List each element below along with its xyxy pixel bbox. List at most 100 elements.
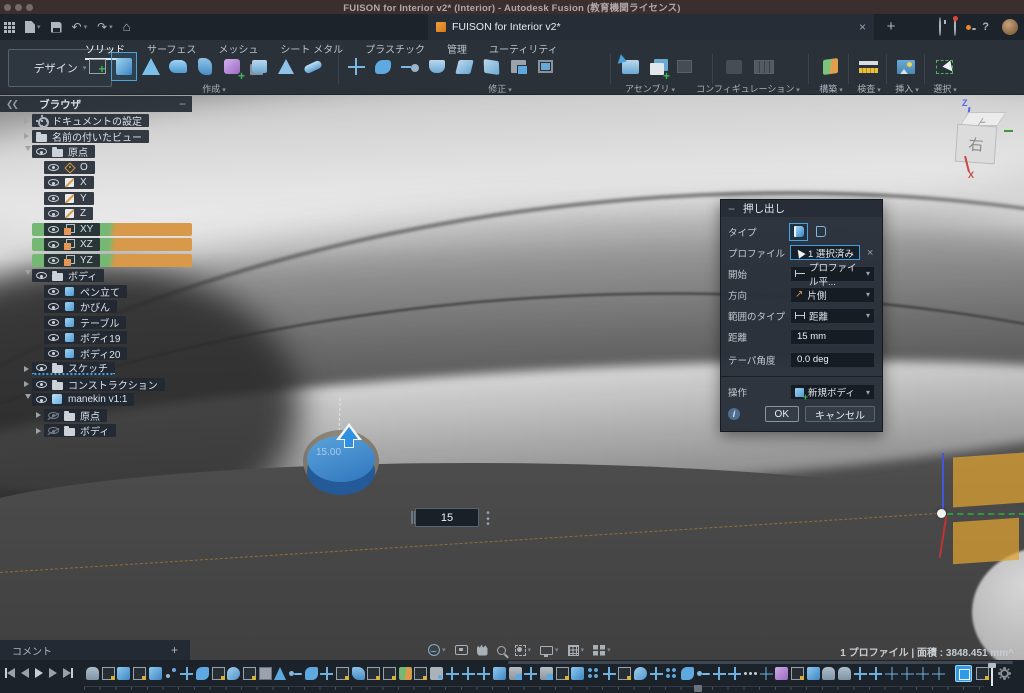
drag-arrow-icon[interactable] (340, 427, 358, 439)
timeline-feature-icon[interactable] (509, 667, 522, 680)
create-sketch-button[interactable] (85, 53, 109, 80)
browser-item-chip[interactable]: X (44, 176, 94, 189)
insert-derive-button[interactable] (618, 53, 642, 80)
manipulator-arrow-shaft[interactable] (344, 439, 354, 448)
browser-item[interactable]: XY (32, 223, 192, 236)
timeline-feature-icon[interactable] (383, 667, 396, 680)
visibility-eye-icon[interactable] (48, 319, 59, 326)
timeline-feature-icon[interactable] (713, 667, 726, 680)
expand-arrow-icon[interactable] (32, 428, 44, 434)
timeline-feature-icon[interactable] (728, 667, 741, 680)
direction-dropdown[interactable]: ↗片側 (790, 287, 875, 303)
expand-arrow-icon[interactable] (20, 381, 32, 387)
timeline-position-marker[interactable] (991, 664, 993, 686)
visibility-eye-icon[interactable] (48, 350, 59, 357)
browser-item[interactable]: Y (32, 192, 192, 205)
ok-button[interactable]: OK (765, 406, 799, 422)
timeline-feature-icon[interactable] (775, 667, 788, 680)
timeline-feature-icon[interactable] (462, 667, 475, 680)
browser-item-chip[interactable]: テーブル (44, 316, 126, 329)
redo-button[interactable]: ↷▾ (97, 22, 113, 32)
browser-item-chip[interactable]: YZ (44, 254, 100, 267)
timeline-feature-icon[interactable] (650, 667, 663, 680)
browser-item[interactable]: コンストラクション (20, 378, 192, 391)
measure-button[interactable] (856, 53, 880, 80)
visibility-eye-icon[interactable] (48, 241, 59, 248)
visibility-eye-icon[interactable] (48, 179, 59, 186)
visibility-eye-icon[interactable] (36, 364, 47, 371)
insert-group-label[interactable]: 挿入 (895, 82, 918, 95)
create-group-label[interactable]: 作成 (202, 82, 225, 95)
browser-item-chip[interactable]: かびん (44, 300, 117, 313)
timeline-feature-icon[interactable] (791, 667, 804, 680)
timeline-feature-icon[interactable] (744, 667, 757, 680)
create-form-button[interactable] (220, 53, 244, 80)
timeline-feature-icon[interactable] (618, 667, 631, 680)
zoom-button[interactable] (497, 646, 506, 655)
browser-item[interactable]: テーブル (32, 316, 192, 329)
timeline-settings-gear-icon[interactable] (1000, 669, 1009, 678)
timeline-feature-icon[interactable] (556, 667, 569, 680)
new-component-button[interactable] (645, 53, 669, 80)
expand-arrow-icon[interactable] (20, 133, 32, 139)
extrude-solid-type-button[interactable] (790, 224, 807, 240)
browser-item[interactable]: ボディ19 (32, 331, 192, 344)
timeline-feature-icon[interactable] (149, 667, 162, 680)
pipe-primitive-button[interactable] (301, 53, 325, 80)
timeline-feature-icon[interactable] (587, 667, 600, 680)
visibility-eye-icon[interactable] (36, 381, 47, 388)
configuration-table-button[interactable] (749, 53, 779, 80)
timeline-feature-icon[interactable] (367, 667, 380, 680)
timeline-feature-icon[interactable] (102, 667, 115, 680)
visibility-eye-icon[interactable] (48, 210, 59, 217)
timeline-feature-icon[interactable] (603, 667, 616, 680)
browser-item[interactable]: X (32, 176, 192, 189)
step-forward-button[interactable] (49, 668, 57, 678)
add-comment-icon[interactable]: + (171, 643, 178, 657)
timeline-feature-icon[interactable] (289, 667, 302, 680)
minimize-panel-icon[interactable]: − (179, 100, 186, 108)
step-back-button[interactable] (21, 668, 29, 678)
timeline-feature-icon[interactable] (493, 667, 506, 680)
job-status-button[interactable] (954, 18, 956, 36)
timeline-feature-icon[interactable] (305, 667, 318, 680)
visibility-eye-icon[interactable] (36, 272, 47, 279)
scale-button[interactable] (506, 53, 530, 80)
chamfer-button[interactable] (479, 53, 503, 80)
expand-arrow-icon[interactable] (20, 149, 32, 155)
origin-point[interactable] (937, 509, 946, 518)
comments-bar[interactable]: コメント + (0, 640, 190, 660)
file-menu-button[interactable]: ▾ (25, 21, 41, 33)
expand-arrow-icon[interactable] (20, 273, 32, 279)
timeline-feature-icon[interactable] (760, 667, 773, 680)
timeline-feature-icon[interactable] (477, 667, 490, 680)
viewports-button[interactable]: ▾ (593, 645, 611, 656)
timeline-feature-icon[interactable] (320, 667, 333, 680)
browser-item-chip[interactable]: ボディ (32, 269, 104, 282)
modify-group-label[interactable]: 修正 (488, 82, 511, 95)
offset-face-button[interactable] (398, 53, 422, 80)
visibility-eye-icon[interactable] (36, 148, 47, 155)
timeline-feature-icon[interactable] (414, 667, 427, 680)
look-at-button[interactable] (455, 645, 468, 655)
timeline-feature-icon[interactable] (634, 667, 647, 680)
press-pull-button[interactable] (344, 53, 368, 80)
timeline-feature-icon[interactable] (274, 667, 286, 680)
browser-item-chip[interactable]: Y (44, 192, 94, 205)
cancel-button[interactable]: キャンセル (805, 406, 875, 422)
view-cube[interactable]: Z 上 右 X (942, 98, 1020, 184)
visibility-eye-icon[interactable] (48, 334, 59, 341)
maximize-window-button[interactable] (26, 4, 33, 11)
browser-item[interactable]: スケッチ (20, 362, 192, 375)
timeline-feature-icon[interactable] (86, 667, 99, 680)
browser-item[interactable]: ボディ (32, 424, 192, 437)
timeline-feature-icon[interactable] (336, 667, 349, 680)
browser-item-chip[interactable]: 原点 (44, 409, 107, 422)
display-settings-button[interactable]: ▾ (540, 646, 559, 655)
visibility-eye-icon[interactable] (36, 396, 47, 403)
browser-item-chip[interactable]: ドキュメントの設定 (32, 114, 149, 127)
expand-arrow-icon[interactable] (20, 366, 32, 372)
timeline-feature-icon[interactable] (901, 667, 914, 680)
shell-button[interactable] (425, 53, 449, 80)
visibility-eye-icon[interactable] (48, 412, 59, 419)
